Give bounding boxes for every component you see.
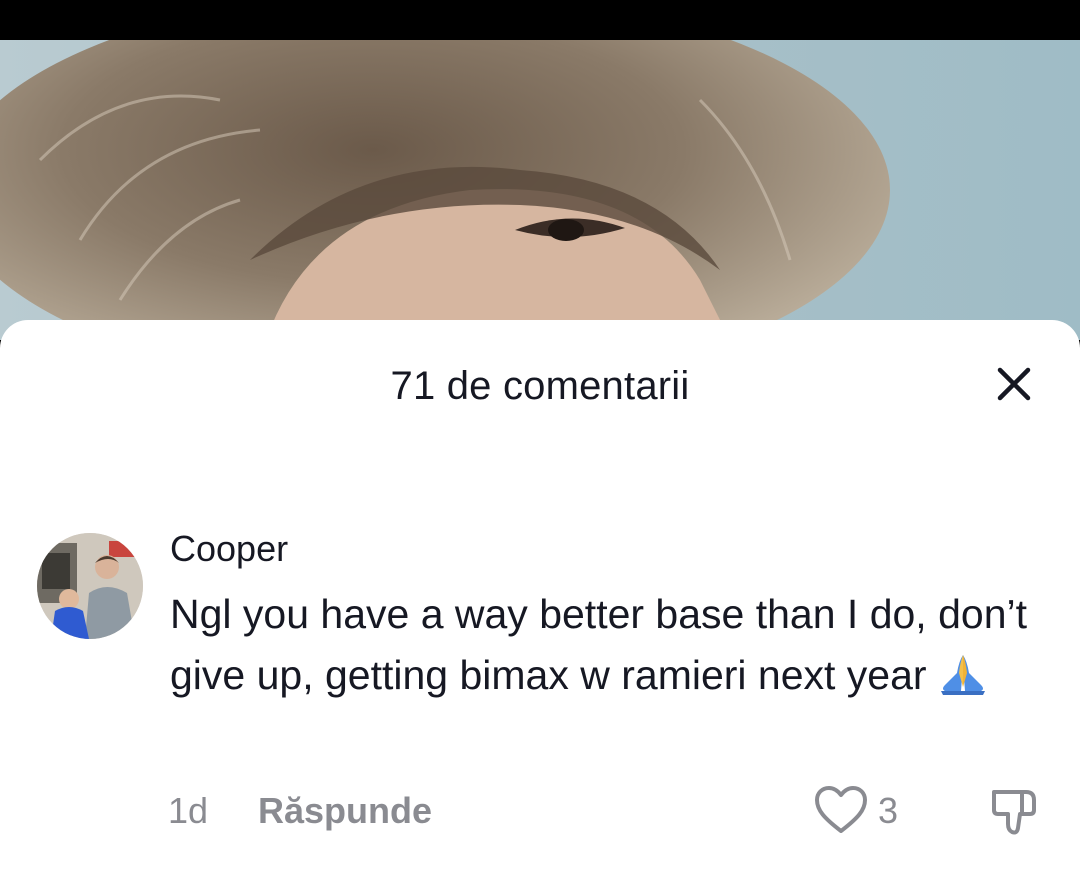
heart-icon[interactable] bbox=[812, 784, 870, 836]
video-frame-image bbox=[0, 40, 890, 340]
comment-text: Ngl you have a way better base than I do… bbox=[170, 584, 1050, 706]
comment-item: Cooper Ngl you have a way better base th… bbox=[0, 528, 1080, 858]
avatar[interactable] bbox=[37, 533, 143, 639]
reply-button[interactable]: Răspunde bbox=[258, 790, 432, 832]
video-background[interactable] bbox=[0, 40, 1080, 340]
thumbs-down-icon[interactable] bbox=[986, 784, 1042, 840]
comment-meta: 1d Răspunde 3 bbox=[0, 782, 1080, 842]
comments-sheet: 71 de comentarii Cooper Ngl you have a w… bbox=[0, 320, 1080, 892]
comment-time: 1d bbox=[168, 790, 209, 831]
praying-hands-emoji bbox=[935, 651, 991, 695]
comment-username[interactable]: Cooper bbox=[170, 528, 288, 570]
status-bar bbox=[0, 0, 1080, 40]
close-icon[interactable] bbox=[990, 360, 1038, 408]
like-count: 3 bbox=[878, 790, 899, 831]
comment-body: Ngl you have a way better base than I do… bbox=[170, 591, 1027, 698]
comments-title: 71 de comentarii bbox=[390, 364, 690, 408]
